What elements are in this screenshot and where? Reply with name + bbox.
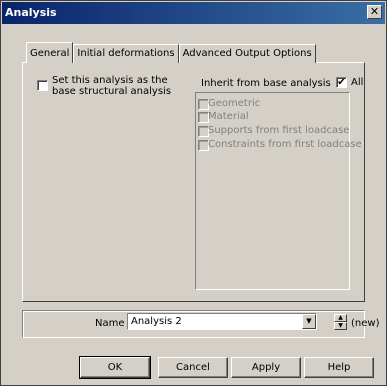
apply-button[interactable]: Apply [231,357,301,378]
constraints-label: Constraints from first loadcase [208,139,362,150]
title-bar: Analysis ✕ [2,2,385,24]
spin-up-icon[interactable]: ▲ [334,314,347,322]
cancel-button[interactable]: Cancel [158,357,228,378]
tab-initial-deformations[interactable]: Initial deformations [73,44,179,63]
base-analysis-checkbox[interactable] [37,80,48,91]
name-spinner[interactable]: ▲ ▼ [334,314,347,331]
chevron-down-icon[interactable]: ▼ [302,314,316,329]
supports-label: Supports from first loadcase [208,125,350,136]
tab-advanced-output-options[interactable]: Advanced Output Options [178,44,316,63]
ok-button[interactable]: OK [79,356,151,379]
inherit-label: Inherit from base analysis [201,78,331,89]
name-combobox[interactable]: Analysis 2 ▼ [127,313,317,330]
tab-general[interactable]: General [26,42,74,63]
all-checkbox[interactable]: ✔ [336,77,347,88]
geometric-label: Geometric [208,98,261,109]
all-label: All [351,77,364,88]
window-title: Analysis [5,6,57,19]
tab-strip: General Initial deformations Advanced Ou… [26,42,316,63]
material-label: Material [208,111,249,122]
spin-down-icon[interactable]: ▼ [334,322,347,330]
close-button[interactable]: ✕ [367,5,382,19]
base-analysis-label: Set this analysis as the base structural… [52,75,172,97]
help-button[interactable]: Help [304,357,374,378]
name-label: Name [95,318,125,329]
new-status-label: (new) [351,318,380,329]
name-value: Analysis 2 [131,316,182,327]
